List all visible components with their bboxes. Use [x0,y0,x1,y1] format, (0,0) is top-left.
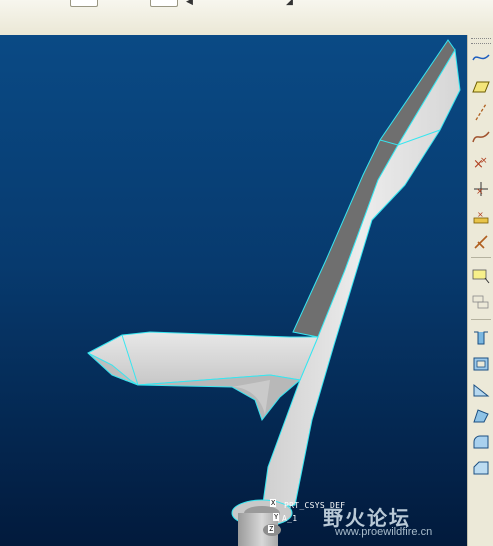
datum-axis-icon[interactable] [470,101,492,123]
feature-toolbar: × × × × [467,35,493,546]
toolbar-dropdown[interactable] [70,0,98,7]
toolbar-separator [471,319,491,320]
draft-icon[interactable] [470,405,492,427]
blade-shaft[interactable] [261,39,461,511]
note-icon[interactable] [470,265,492,287]
svg-text:×: × [480,156,488,166]
toolbar-grip[interactable] [471,38,491,44]
toolbar-input[interactable] [150,0,178,7]
shell-icon[interactable] [470,353,492,375]
watermark: 野火论坛 www.proewildfire.cn [323,502,443,542]
field-point-icon[interactable]: × [470,205,492,227]
guard-arm[interactable] [87,331,319,422]
toolbar-separator [471,257,491,258]
round-icon[interactable] [470,431,492,453]
handle-boss[interactable] [231,499,293,546]
offset-point-icon[interactable]: × [470,178,492,200]
toolbar-arrow-icon[interactable]: ◀ [186,0,193,7]
graphics-window[interactable]: X PRT_CSYS_DEF Y A_1 Z 野火论坛 www.proewild… [0,35,467,546]
watermark-url: www.proewildfire.cn [335,526,433,538]
axis-label: A_1 [282,514,298,523]
svg-text:×: × [477,210,484,219]
toolbar-corner-icon[interactable]: ◢ [286,0,293,7]
datum-point-icon[interactable]: × × [470,152,492,174]
csys-tag-y: Y [273,513,280,521]
layer-icon[interactable] [470,291,492,313]
svg-text:×: × [476,187,484,197]
rib-icon[interactable] [470,379,492,401]
hole-icon[interactable] [470,327,492,349]
sketched-curve-icon[interactable] [470,126,492,148]
csys-tag-x: X [270,499,277,507]
datum-plane-icon[interactable] [470,76,492,98]
datum-curve-icon[interactable] [470,47,492,69]
top-toolbar: ◀ ◢ [0,0,493,36]
model-svg [87,39,461,546]
chamfer-icon[interactable] [470,457,492,479]
csys-tag-z: Z [268,525,275,533]
datum-csys-icon[interactable] [470,231,492,253]
